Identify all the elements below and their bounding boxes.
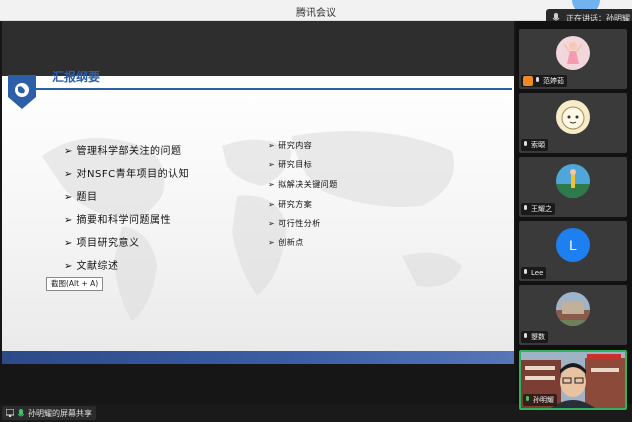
girl-avatar <box>556 36 590 70</box>
outline-item: ➢ 研究目标 <box>268 160 313 169</box>
landscape-avatar <box>556 164 590 198</box>
outline-item: ➢ 拟解决关键问题 <box>268 180 338 189</box>
outline-item: ➢ 摘要和科学问题属性 <box>64 215 172 226</box>
outline-item: ➢ 对NSFC青年项目的认知 <box>64 169 190 180</box>
letter-avatar: L <box>556 228 590 262</box>
participant-nametag: Lee <box>521 267 547 279</box>
outline-item: ➢ 文献综述 <box>64 261 119 272</box>
host-icon <box>523 76 533 86</box>
participant-name: 王耀之 <box>531 205 552 213</box>
participant-name: 孙明耀 <box>533 396 554 404</box>
screenshot-tooltip: 截图(Alt + A) <box>46 277 104 291</box>
participant-tile[interactable]: 范婷茹 <box>519 29 627 89</box>
participant-nametag: 范婷茹 <box>521 75 567 87</box>
participant-name: Lee <box>531 269 544 277</box>
participant-nametag: 索頣 <box>521 139 548 151</box>
participant-tile[interactable]: 王耀之 <box>519 157 627 217</box>
mic-muted-icon <box>524 333 527 338</box>
mic-muted-icon <box>536 77 539 82</box>
screen-share-badge[interactable]: 孙明耀的屏幕共享 <box>2 406 96 420</box>
participant-nametag: 王耀之 <box>521 203 555 215</box>
slide-bottom-band <box>2 351 514 364</box>
outline-item: ➢ 研究方案 <box>268 200 313 209</box>
participant-name: 曌数 <box>531 333 545 341</box>
mic-muted-icon <box>524 141 527 146</box>
mic-icon <box>18 408 24 416</box>
outline-item: ➢ 管理科学部关注的问题 <box>64 146 182 157</box>
participant-tile[interactable]: L Lee <box>519 221 627 281</box>
screen-icon <box>6 409 14 417</box>
outline-item: ➢ 研究内容 <box>268 141 313 150</box>
participant-tile-active[interactable]: 孙明耀 <box>519 350 627 410</box>
outline-item: ➢ 项目研究意义 <box>64 238 140 249</box>
slide-title: 汇报纲要 <box>52 70 101 84</box>
participant-nametag: 孙明耀 <box>523 394 557 406</box>
outline-item: ➢ 创新点 <box>268 238 304 247</box>
meeting-window: 腾讯会议 正在讲话：孙明耀 汇报纲要 ➢ 管理科学部关注的问题 ➢ 对NSFC青… <box>0 0 632 422</box>
cartoon-avatar <box>556 100 590 134</box>
participant-name: 索頣 <box>531 141 545 149</box>
screen-share-label: 孙明耀的屏幕共享 <box>28 408 92 418</box>
globe-shield-logo <box>8 75 36 109</box>
mic-muted-icon <box>524 205 527 210</box>
building-avatar <box>556 292 590 326</box>
outline-item: ➢ 题目 <box>64 192 98 203</box>
participant-name: 范婷茹 <box>543 77 564 85</box>
mic-muted-icon <box>524 269 527 274</box>
participant-nametag: 曌数 <box>521 331 548 343</box>
title-bar: 腾讯会议 <box>0 0 632 21</box>
outline-item: ➢ 可行性分析 <box>268 219 321 228</box>
participant-tile[interactable]: 曌数 <box>519 285 627 345</box>
window-title: 腾讯会议 <box>296 8 336 19</box>
participant-tile[interactable]: 索頣 <box>519 93 627 153</box>
mic-active-icon <box>526 396 529 401</box>
title-underline <box>36 88 512 90</box>
